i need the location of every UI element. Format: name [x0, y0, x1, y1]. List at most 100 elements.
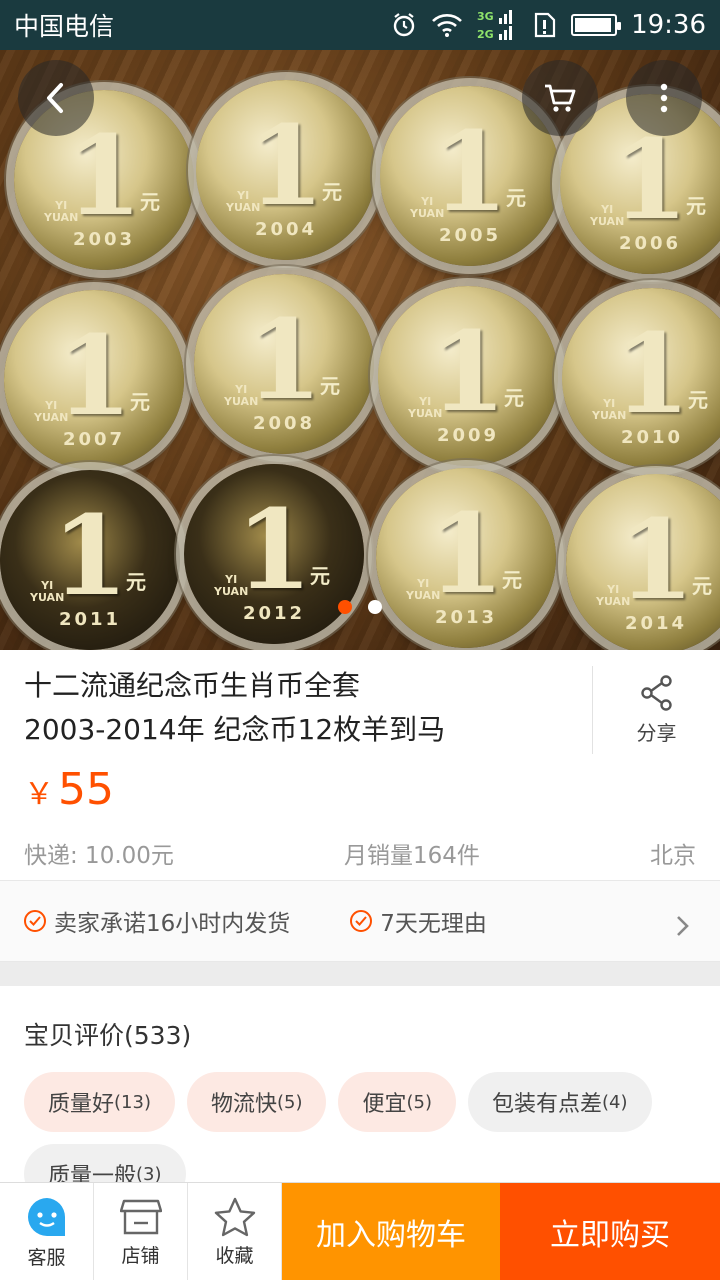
battery-icon — [571, 14, 622, 36]
coin-unit: 元 — [310, 564, 330, 588]
coin-yi-yuan-mark: YI YUAN — [44, 199, 79, 224]
check-circle-icon — [24, 910, 46, 932]
coin-unit: 元 — [322, 180, 342, 204]
reviews-title[interactable]: 宝贝评价(533) — [24, 1016, 191, 1052]
customer-service-button[interactable]: 客服 — [0, 1183, 94, 1280]
coin-year: 2014 — [624, 613, 688, 634]
review-tag-label: 物流快 — [210, 1092, 277, 1117]
bottom-action-bar: 客服 店铺 收藏 加入购物车 立即购买 — [0, 1182, 720, 1280]
chevron-left-icon — [47, 83, 63, 113]
sim-alert-icon — [533, 12, 557, 38]
seller-promises-row[interactable]: 卖家承诺16小时内发货 7天无理由 — [0, 880, 720, 962]
cart-icon — [545, 84, 576, 112]
svg-text:2G: 2G — [477, 28, 494, 41]
coin-unit: 元 — [140, 190, 160, 214]
coin-yi-yuan-mark: YI YUAN — [224, 383, 259, 408]
battery-level — [575, 18, 612, 32]
coin-year: 2005 — [438, 225, 502, 246]
review-tag[interactable]: 质量一般 (3) — [24, 1144, 186, 1182]
coin-yi-yuan-mark: YI YUAN — [410, 195, 445, 220]
chat-bubble-icon — [27, 1197, 65, 1236]
coin-unit: 元 — [502, 568, 522, 592]
review-tag-label: 包装有点差 — [492, 1092, 603, 1117]
product-meta: 快递: 10.00元 月销量164件 北京 — [24, 836, 696, 870]
coin-unit: 元 — [126, 570, 146, 594]
coin-unit: 元 — [506, 186, 526, 210]
coin-image: 1 YI YUAN 元 2011 — [0, 470, 180, 650]
share-button[interactable]: 分享 — [592, 666, 720, 754]
add-to-cart-button[interactable]: 加入购物车 — [282, 1183, 500, 1280]
coin-year: 2003 — [72, 229, 136, 250]
back-button[interactable] — [18, 60, 94, 136]
store-button[interactable]: 店铺 — [94, 1183, 188, 1280]
ship-from-location: 北京 — [650, 843, 696, 869]
coin-unit: 元 — [504, 386, 524, 410]
review-tag-count: (5) — [406, 1091, 433, 1113]
coin-image: 1 YI YUAN 元 2004 — [196, 80, 376, 260]
coin-unit: 元 — [692, 574, 712, 598]
coin-year: 2010 — [620, 427, 684, 448]
coin-yi-yuan-mark: YI YUAN — [592, 397, 627, 422]
more-options-button[interactable] — [626, 60, 702, 136]
price-amount: 55 — [58, 764, 114, 815]
promise-label: 卖家承诺16小时内发货 — [54, 911, 291, 937]
star-icon — [214, 1197, 255, 1236]
product-info: 十二流通纪念币生肖币全套 2003-2014年 纪念币12枚羊到马 分享 ￥ 5… — [0, 650, 720, 880]
cart-button[interactable] — [522, 60, 598, 136]
gallery-dot[interactable] — [368, 600, 382, 614]
share-icon — [640, 674, 672, 711]
alarm-icon — [391, 12, 417, 38]
coin-image: 1 YI YUAN 元 2012 — [184, 464, 364, 644]
shipping-fee: 快递: 10.00元 — [24, 843, 174, 869]
coin-year: 2006 — [618, 233, 682, 254]
chevron-right-icon — [676, 915, 690, 941]
product-price: ￥ 55 — [24, 764, 114, 815]
review-tag-count: (4) — [602, 1091, 628, 1113]
review-tag-label: 便宜 — [362, 1092, 407, 1117]
coin-yi-yuan-mark: YI YUAN — [226, 189, 261, 214]
product-title-line2: 2003-2014年 纪念币12枚羊到马 — [24, 713, 446, 746]
check-circle-icon — [350, 910, 373, 932]
carrier-name: 中国电信 — [14, 12, 115, 41]
store-label: 店铺 — [121, 1244, 160, 1267]
review-tag-label: 质量一般 — [48, 1164, 137, 1182]
buy-now-button[interactable]: 立即购买 — [500, 1183, 720, 1280]
review-tag-count: (3) — [136, 1163, 162, 1183]
status-icons: 3G 2G 19:36 — [391, 8, 706, 42]
monthly-sales: 月销量164件 — [344, 843, 480, 869]
product-title: 十二流通纪念币生肖币全套 2003-2014年 纪念币12枚羊到马 — [24, 664, 572, 752]
coin-unit: 元 — [320, 374, 340, 398]
favorite-button[interactable]: 收藏 — [188, 1183, 282, 1280]
coin-year: 2007 — [62, 429, 126, 450]
store-icon — [119, 1199, 162, 1234]
product-image-gallery[interactable]: 1 YI YUAN 元 2003 1 YI YUAN 元 2004 1 YI YUAN 元 2005 1 YI Y… — [0, 50, 720, 650]
coin-unit: 元 — [688, 388, 708, 412]
review-tag[interactable]: 质量好 (13) — [24, 1072, 175, 1132]
coin-unit: 元 — [686, 194, 706, 218]
favorite-label: 收藏 — [215, 1244, 254, 1267]
gallery-pagination — [0, 600, 720, 614]
promise-label: 7天无理由 — [380, 911, 487, 937]
review-tags: 质量好 (13) 物流快 (5) 便宜 (5) 包装有点差 (4) 质量一般 (3) — [24, 1072, 704, 1182]
section-divider — [0, 962, 720, 986]
wifi-icon — [431, 13, 463, 37]
svg-text:3G: 3G — [477, 10, 494, 23]
coin-yi-yuan-mark: YI YUAN — [408, 395, 443, 420]
review-tag[interactable]: 包装有点差 (4) — [468, 1072, 652, 1132]
customer-service-label: 客服 — [27, 1246, 66, 1269]
coin-yi-yuan-mark: YI YUAN — [590, 203, 625, 228]
reviews-section: 宝贝评价(533) 质量好 (13) 物流快 (5) 便宜 (5) 包装有点差 (4) … — [0, 986, 720, 1182]
coin-year: 2004 — [254, 219, 318, 240]
review-tag-label: 质量好 — [48, 1092, 115, 1117]
review-tag[interactable]: 物流快 (5) — [186, 1072, 327, 1132]
coin-yi-yuan-mark: YI YUAN — [34, 399, 69, 424]
promise-item: 7天无理由 — [350, 904, 487, 938]
more-vertical-icon — [660, 83, 668, 113]
coin-unit: 元 — [130, 390, 150, 414]
gallery-dot[interactable] — [338, 600, 352, 614]
coin-image: 1 YI YUAN 元 2008 — [194, 274, 374, 454]
review-tag[interactable]: 便宜 (5) — [338, 1072, 456, 1132]
product-title-line1: 十二流通纪念币生肖币全套 — [24, 669, 361, 702]
review-tag-count: (5) — [276, 1091, 303, 1113]
status-bar: 中国电信 3G 2G 19:36 — [0, 0, 720, 50]
